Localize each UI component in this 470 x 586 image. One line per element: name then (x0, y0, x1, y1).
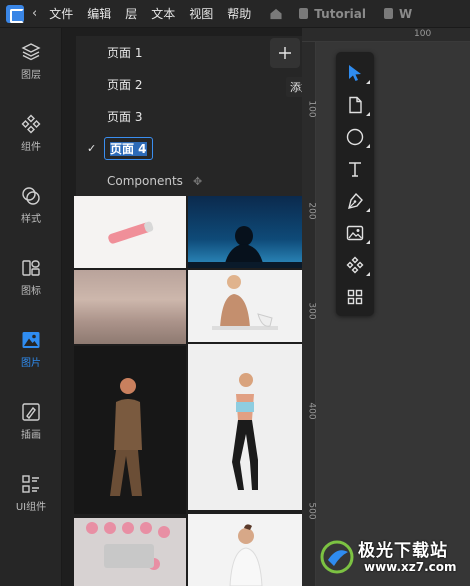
watermark-logo-icon (320, 540, 354, 574)
icons-icon (22, 259, 40, 276)
sidebar-item-ui-components[interactable]: UI组件 (0, 468, 62, 518)
figma-file-icon (383, 8, 393, 19)
page-tool-icon (349, 96, 362, 114)
ellipse-tool[interactable] (336, 122, 374, 152)
back-chevron-icon[interactable]: ‹ (32, 6, 37, 21)
component-tool[interactable] (336, 250, 374, 280)
ui-components-icon (22, 474, 39, 493)
submenu-indicator (366, 240, 370, 244)
gallery-image-pills[interactable] (74, 518, 186, 586)
gallery-image-runner[interactable] (188, 344, 302, 510)
menu-file[interactable]: 文件 (49, 5, 73, 22)
sidebar-item-icons[interactable]: 图标 (0, 252, 62, 302)
text-tool[interactable] (336, 154, 374, 184)
pen-photo (108, 221, 154, 244)
gallery-image-sand[interactable] (74, 270, 186, 344)
left-sidebar: 图层 组件 样式 图标 图片 插画 UI组件 (0, 28, 62, 586)
add-page-button[interactable] (270, 38, 300, 68)
image-tool-icon (346, 225, 364, 241)
pen-tool-icon (348, 192, 363, 209)
sidebar-item-label: 图层 (21, 69, 41, 81)
ellipse-tool-icon (346, 128, 364, 146)
illustration-icon (22, 402, 40, 421)
page-name: 页面 1 (107, 45, 143, 60)
menu-view[interactable]: 视图 (189, 5, 213, 22)
night-photo (188, 226, 302, 268)
top-bar: ‹ 文件 编辑 层 文本 视图 帮助 Tutorial W (0, 0, 470, 28)
menu-text[interactable]: 文本 (151, 5, 175, 22)
submenu-indicator (366, 208, 370, 212)
layers-icon (21, 42, 41, 60)
sidebar-item-label: 样式 (21, 213, 41, 225)
move-tool-icon (349, 65, 361, 81)
figma-file-icon (299, 8, 309, 19)
submenu-indicator (366, 272, 370, 276)
components-icon (21, 114, 41, 133)
plus-icon (279, 47, 291, 59)
watermark-url: www.xz7.com (364, 560, 457, 574)
gallery-image-pen[interactable] (74, 196, 186, 268)
drag-handle-icon[interactable]: ✥ (193, 175, 202, 188)
document-tabs: Tutorial W (299, 7, 430, 21)
page-item-active[interactable]: ✓ 页面 4 (76, 135, 302, 161)
menu-help[interactable]: 帮助 (227, 5, 251, 22)
pills-photo (86, 522, 170, 570)
check-icon: ✓ (87, 141, 97, 155)
page-name-edit-field[interactable]: 页面 4 (104, 136, 153, 160)
page-item[interactable]: 页面 1 (76, 39, 302, 65)
sidebar-item-styles[interactable]: 样式 (0, 180, 62, 230)
component-tool-icon (346, 256, 364, 274)
image-icon (22, 331, 40, 348)
submenu-indicator (366, 80, 370, 84)
image-gallery (74, 196, 302, 586)
page-item[interactable]: 页面 2 (76, 71, 302, 97)
woman-suit-photo (110, 378, 142, 496)
watermark: 极光下载站 www.xz7.com (318, 534, 468, 584)
grid-tool-icon (347, 289, 363, 305)
sidebar-item-layers[interactable]: 图层 (0, 36, 62, 86)
watermark-title: 极光下载站 (358, 541, 448, 561)
menu-layer[interactable]: 层 (125, 5, 137, 22)
page-tool[interactable] (336, 90, 374, 120)
man-photo (212, 275, 278, 330)
runner-photo (232, 373, 258, 490)
page-item[interactable]: 页面 3 (76, 103, 302, 129)
ruler-label: 100 (414, 29, 432, 39)
gallery-image-boy[interactable] (188, 514, 302, 586)
submenu-indicator (366, 144, 370, 148)
gallery-image-woman-suit[interactable] (74, 346, 186, 514)
floating-toolbar (336, 52, 374, 316)
text-tool-icon (349, 162, 361, 177)
components-label: Components (107, 174, 183, 188)
gallery-image-night[interactable] (188, 196, 302, 268)
page-name: 页面 2 (107, 77, 143, 92)
app-logo[interactable] (6, 4, 24, 23)
styles-icon (22, 186, 40, 205)
sidebar-item-label: UI组件 (15, 501, 47, 513)
tab-w[interactable]: W (383, 7, 412, 21)
menu-edit[interactable]: 编辑 (87, 5, 111, 22)
sidebar-item-label: 图标 (21, 285, 41, 297)
page-name: 页面 3 (107, 109, 143, 124)
pen-tool[interactable] (336, 186, 374, 216)
sidebar-item-label: 组件 (21, 141, 41, 153)
submenu-indicator (366, 112, 370, 116)
left-ruler: 100 200 300 400 500 (302, 42, 317, 586)
move-tool[interactable] (336, 58, 374, 88)
sidebar-item-label: 图片 (21, 357, 41, 369)
top-ruler: 100 (302, 28, 470, 42)
gallery-image-man[interactable] (188, 270, 302, 342)
sidebar-item-label: 插画 (21, 429, 41, 441)
menu-bar: 文件 编辑 层 文本 视图 帮助 (49, 5, 265, 22)
sidebar-item-components[interactable]: 组件 (0, 108, 62, 158)
sidebar-item-illustrations[interactable]: 插画 (0, 396, 62, 446)
components-page-item[interactable]: Components ✥ (76, 170, 302, 192)
image-tool[interactable] (336, 218, 374, 248)
sidebar-item-images[interactable]: 图片 (0, 324, 62, 374)
grid-tool[interactable] (336, 282, 374, 312)
tab-tutorial[interactable]: Tutorial (299, 7, 366, 21)
boy-photo (229, 524, 263, 586)
home-icon[interactable] (269, 8, 283, 20)
